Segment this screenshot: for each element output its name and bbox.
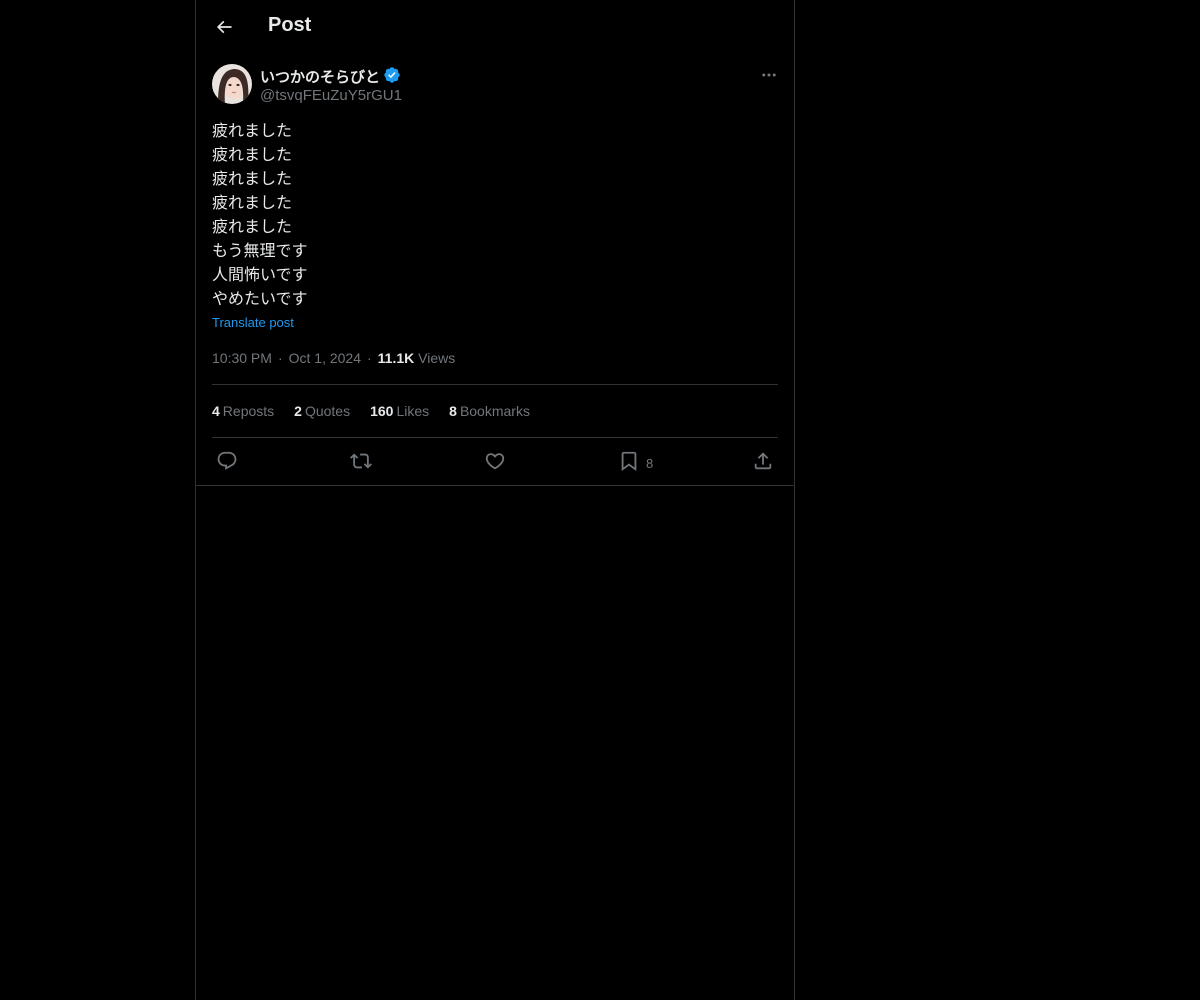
repost-button[interactable] [350,448,372,474]
post-stats: 4 Reposts 2 Quotes 160 Likes 8 Bookmarks [212,403,550,419]
more-horizontal-icon [762,73,776,77]
post-text: 疲れました 疲れました 疲れました 疲れました 疲れました もう無理です 人間怖… [212,119,308,311]
post-text-line: 疲れました [212,193,293,212]
bookmark-icon [621,451,637,472]
reply-button[interactable] [216,448,238,474]
avatar[interactable] [212,64,252,104]
main-column: Post いつかのそらびと @tsvqFEuZuY5rGU1 疲れました 疲れま… [195,0,795,1000]
separator-dot: · [277,350,283,366]
page-title: Post [268,14,312,36]
bookmark-button[interactable]: 8 [618,448,653,474]
bookmarks-count: 8 [449,403,457,419]
verified-badge-icon [384,67,400,83]
views-count: 11.1K [377,350,415,366]
page-header: Post [196,0,794,54]
post-text-line: 疲れました [212,121,293,140]
reposts-count: 4 [212,403,220,419]
quotes-label: Quotes [304,403,351,419]
heart-icon [485,453,505,470]
reposts-label: Reposts [222,403,275,419]
translate-post-link[interactable]: Translate post [212,315,294,330]
post-text-line: 人間怖いです [212,265,308,284]
post-metadata: 10:30 PM · Oct 1, 2024 · 11.1K Views [212,350,455,366]
post-text-line: 疲れました [212,217,293,236]
bookmarks-label: Bookmarks [459,403,530,419]
post-text-line: 疲れました [212,145,293,164]
arrow-left-icon [216,20,232,34]
post-actions-bar: 8 [196,438,794,486]
share-button[interactable] [752,448,774,474]
post-text-line: 疲れました [212,169,293,188]
post-time[interactable]: 10:30 PM [212,350,272,366]
post-text-line: もう無理です [212,241,308,260]
quotes-count: 2 [294,403,302,419]
reply-icon [217,451,237,470]
post-text-line: やめたいです [212,289,308,308]
more-options-button[interactable] [752,62,786,88]
likes-count: 160 [370,403,394,419]
avatar-image [212,64,252,104]
share-icon [754,452,772,470]
bookmarks-stat[interactable]: 8 Bookmarks [449,403,530,419]
author-handle[interactable]: @tsvqFEuZuY5rGU1 [260,87,402,104]
repost-icon [350,453,372,469]
back-button[interactable] [208,11,240,43]
reposts-stat[interactable]: 4 Reposts [212,403,274,419]
likes-label: Likes [396,403,430,419]
post-date[interactable]: Oct 1, 2024 [289,350,361,366]
quotes-stat[interactable]: 2 Quotes [294,403,350,419]
author-display-name[interactable]: いつかのそらびと [260,66,380,87]
like-button[interactable] [484,448,506,474]
bookmark-action-count: 8 [646,455,654,471]
views-label: Views [418,350,456,366]
separator-dot: · [367,350,372,366]
divider [212,384,778,385]
likes-stat[interactable]: 160 Likes [370,403,429,419]
